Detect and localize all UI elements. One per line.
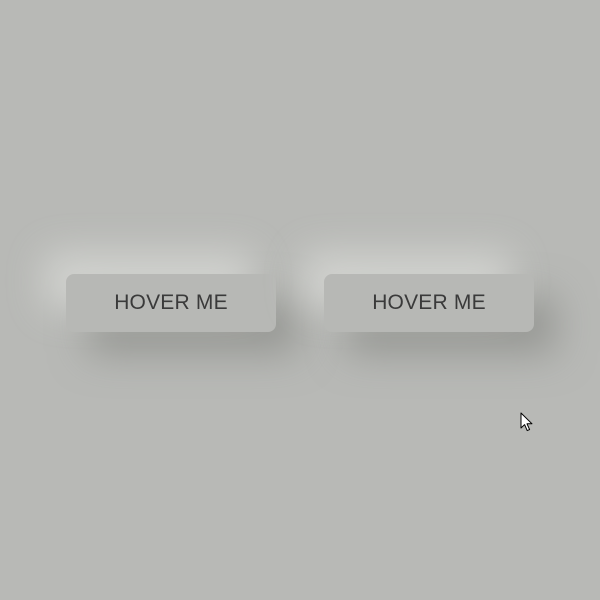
- hover-me-button-label: HOVER ME: [372, 291, 486, 314]
- hover-me-button-left[interactable]: HOVER ME: [66, 274, 276, 332]
- mouse-cursor-icon: [520, 412, 533, 432]
- hover-me-button-label: HOVER ME: [114, 291, 228, 314]
- page-canvas: HOVER ME HOVER ME: [0, 0, 600, 600]
- hover-me-button-right[interactable]: HOVER ME: [324, 274, 534, 332]
